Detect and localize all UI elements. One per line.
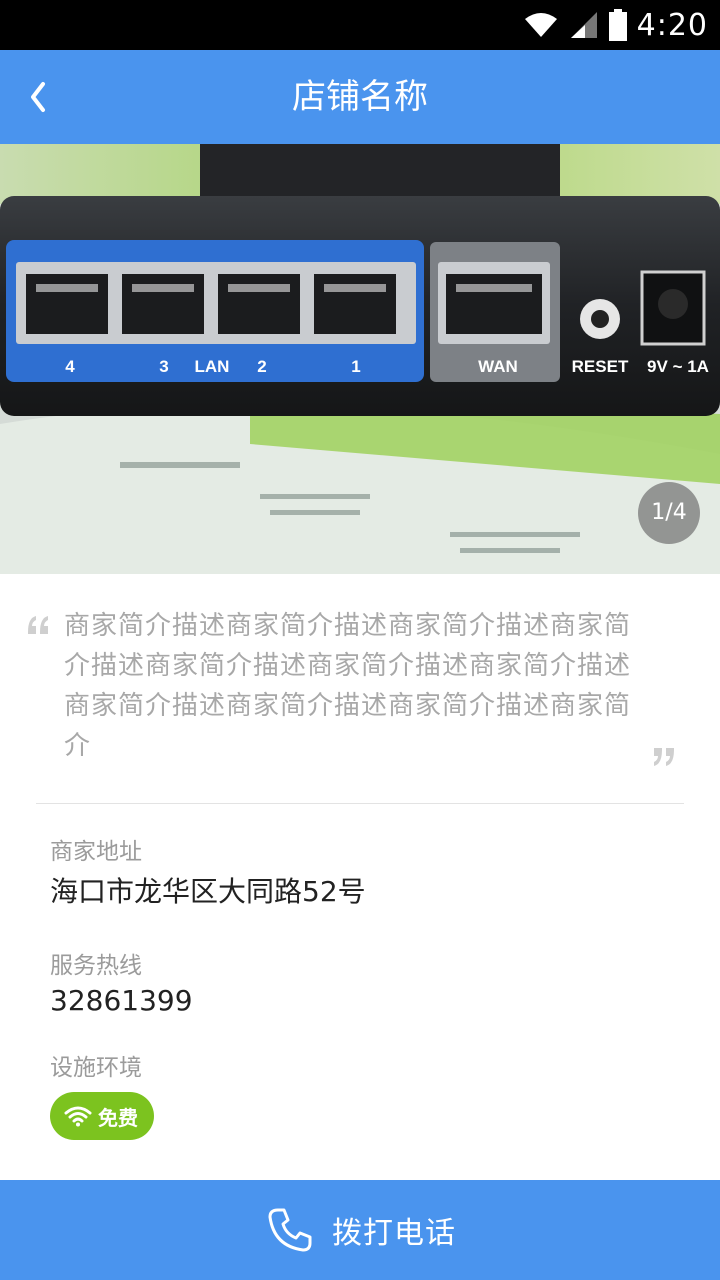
wifi-badge-label: 免费 [98,1105,138,1130]
call-button[interactable]: 拨打电话 [0,1180,720,1280]
page-indicator: 1/4 [638,482,700,544]
port-label: RESET [572,357,629,376]
banner-carousel[interactable]: 4 3 LAN 2 1 WAN RESET 9V ~ 1A [0,144,720,574]
nav-bar: 店铺名称 [0,50,720,144]
port-label: LAN [195,357,230,376]
wifi-icon [64,1106,92,1127]
port-label: 2 [257,357,266,376]
divider [36,803,684,804]
back-button[interactable] [8,67,68,127]
page-title: 店铺名称 [292,77,428,117]
status-time: 4:20 [636,7,708,43]
quote-close-icon [654,748,674,766]
port-label: 3 [159,357,168,376]
store-description: 商家简介描述商家简介描述商家简介描述商家简介描述商家简介描述商家简介描述商家简介… [64,611,632,761]
phone-value[interactable]: 32861399 [50,984,193,1017]
signal-icon [570,12,597,38]
port-label: WAN [478,357,518,376]
phone-label: 服务热线 [50,953,142,979]
phone-icon [268,1208,312,1252]
address-value: 海口市龙华区大同路52号 [50,875,366,908]
battery-icon [608,9,627,41]
status-icons: 4:20 [523,0,708,50]
wifi-icon [524,13,557,37]
wifi-free-badge: 免费 [50,1092,154,1140]
call-button-label: 拨打电话 [332,1216,456,1251]
facilities-label: 设施环境 [50,1055,142,1081]
port-label: 9V ~ 1A [647,357,709,376]
banner-image: 4 3 LAN 2 1 WAN RESET 9V ~ 1A [0,144,720,574]
address-label: 商家地址 [50,839,142,865]
quote-open-icon [28,616,48,634]
chevron-left-icon [31,82,45,112]
port-label: 1 [351,357,360,376]
port-label: 4 [65,357,75,376]
status-bar: 4:20 [0,0,720,50]
store-info-card: 商家简介描述商家简介描述商家简介描述商家简介描述商家简介描述商家简介描述商家简介… [0,574,720,1180]
